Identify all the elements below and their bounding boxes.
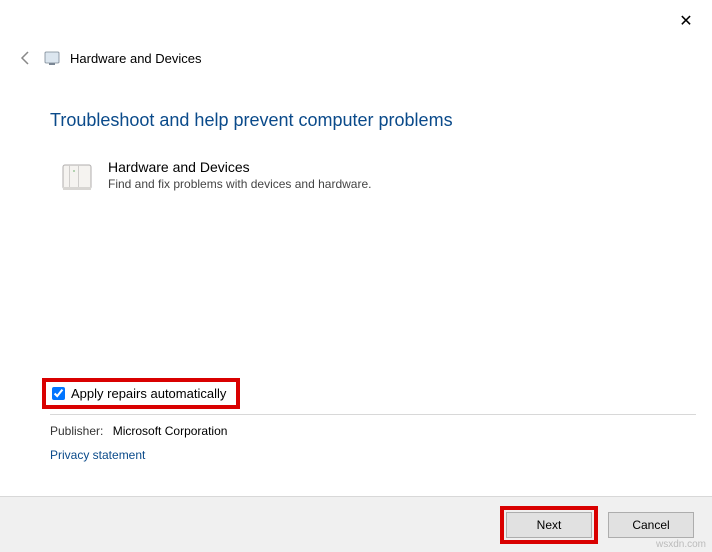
wizard-header: Hardware and Devices <box>18 50 694 66</box>
device-icon <box>60 161 94 195</box>
content-area: Troubleshoot and help prevent computer p… <box>50 110 692 195</box>
item-title: Hardware and Devices <box>108 159 371 175</box>
troubleshooter-icon <box>44 50 60 66</box>
item-description: Find and fix problems with devices and h… <box>108 177 371 191</box>
cancel-button[interactable]: Cancel <box>608 512 694 538</box>
header-title: Hardware and Devices <box>70 51 202 66</box>
button-bar: Next Cancel <box>0 496 712 552</box>
separator <box>50 414 696 415</box>
publisher-label: Publisher: <box>50 424 103 438</box>
apply-repairs-highlight: Apply repairs automatically <box>42 378 240 409</box>
publisher-value: Microsoft Corporation <box>113 424 228 438</box>
apply-repairs-checkbox[interactable] <box>52 387 65 400</box>
next-button[interactable]: Next <box>506 512 592 538</box>
privacy-statement-link[interactable]: Privacy statement <box>50 448 145 462</box>
next-button-highlight: Next <box>500 506 598 544</box>
troubleshooter-item: Hardware and Devices Find and fix proble… <box>60 159 692 195</box>
publisher-info: Publisher: Microsoft Corporation <box>50 424 227 438</box>
main-heading: Troubleshoot and help prevent computer p… <box>50 110 692 131</box>
apply-repairs-label[interactable]: Apply repairs automatically <box>71 386 226 401</box>
back-arrow-icon[interactable] <box>18 50 34 66</box>
close-icon[interactable]: ✕ <box>678 14 694 30</box>
